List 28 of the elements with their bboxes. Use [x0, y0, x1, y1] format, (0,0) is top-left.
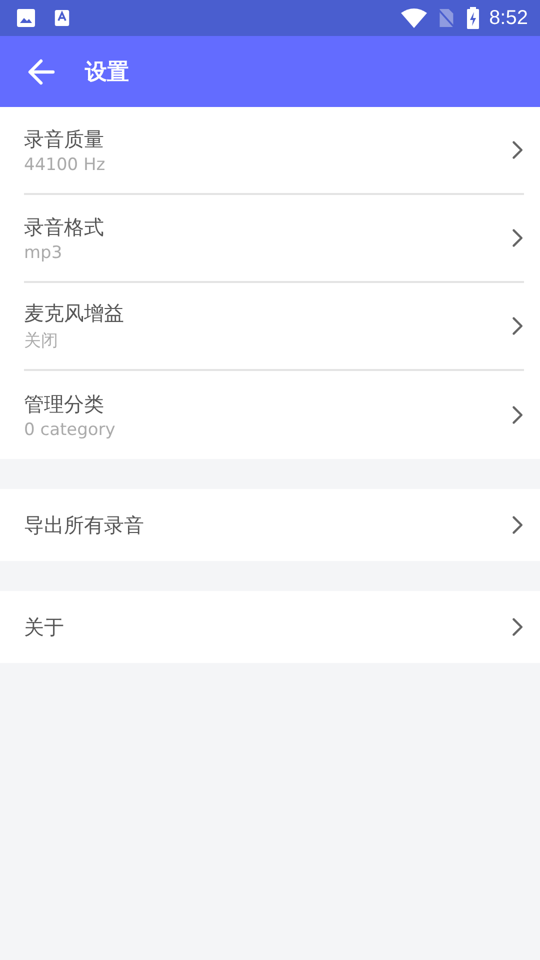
wifi-icon	[401, 8, 428, 28]
chevron-right-icon	[512, 405, 524, 425]
chevron-right-icon	[512, 617, 524, 637]
item-value: 0 category	[24, 420, 116, 440]
chevron-right-icon	[512, 140, 524, 160]
screen-title: 设置	[85, 58, 129, 86]
back-arrow-icon[interactable]	[27, 58, 55, 86]
no-sim-icon	[437, 8, 456, 28]
settings-item[interactable]: 麦克风增益 关闭	[24, 283, 524, 371]
settings-item[interactable]: 录音格式 mp3	[24, 195, 524, 283]
item-title: 录音格式	[24, 214, 104, 240]
chevron-right-icon	[512, 228, 524, 248]
item-value: 关闭	[24, 330, 59, 352]
item-title: 关于	[24, 614, 64, 640]
item-value: 44100 Hz	[24, 154, 106, 174]
item-title: 麦克风增益	[24, 300, 124, 327]
item-title: 管理分类	[24, 390, 105, 418]
item-title: 录音质量	[24, 126, 105, 152]
font-icon	[54, 8, 70, 28]
image-icon	[16, 8, 36, 28]
item-title: 导出所有录音	[24, 512, 144, 538]
clock-time: 8:52	[489, 6, 528, 30]
settings-item[interactable]: 录音质量 44100 Hz	[24, 107, 524, 195]
chevron-right-icon	[512, 515, 524, 535]
battery-charging-icon	[467, 7, 480, 29]
settings-item[interactable]: 管理分类 0 category	[24, 371, 524, 459]
chevron-right-icon	[512, 316, 524, 336]
item-value: mp3	[24, 242, 64, 262]
